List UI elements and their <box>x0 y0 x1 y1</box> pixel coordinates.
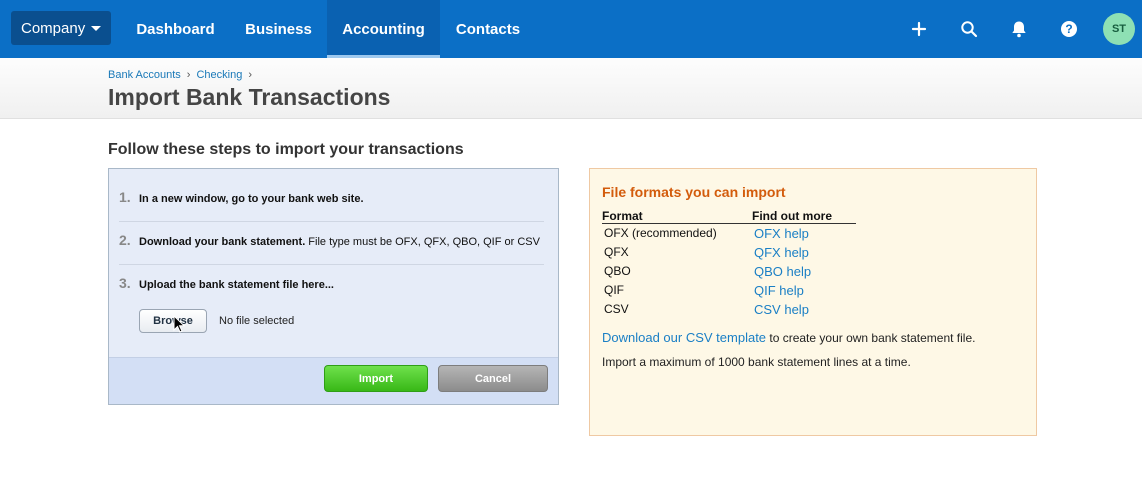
search-icon[interactable] <box>954 14 984 44</box>
company-menu-button[interactable]: Company <box>11 11 111 45</box>
help-icon[interactable]: ? <box>1054 14 1084 44</box>
import-steps-panel: 1. In a new window, go to your bank web s… <box>108 168 559 405</box>
step-text: Download your bank statement. <box>139 236 306 248</box>
help-column-header: Find out more <box>752 209 832 223</box>
no-file-label: No file selected <box>219 315 295 327</box>
divider <box>119 264 544 265</box>
mouse-cursor-icon <box>173 315 185 333</box>
format-qif: QIF <box>604 283 624 297</box>
csv-help-link[interactable]: CSV help <box>754 302 809 317</box>
svg-text:?: ? <box>1065 22 1072 36</box>
avatar[interactable]: ST <box>1103 13 1135 45</box>
step-3: 3. Upload the bank statement file here... <box>119 275 334 291</box>
step-number: 3. <box>119 275 131 291</box>
breadcrumb-bank-accounts[interactable]: Bank Accounts <box>108 69 181 81</box>
cancel-button[interactable]: Cancel <box>438 365 548 392</box>
step-text: In a new window, go to your bank web sit… <box>139 193 364 205</box>
nav-business[interactable]: Business <box>234 0 323 58</box>
step-extra: File type must be OFX, QFX, QBO, QIF or … <box>305 236 540 248</box>
nav-accounting[interactable]: Accounting <box>327 0 440 58</box>
format-qfx: QFX <box>604 245 629 259</box>
ofx-help-link[interactable]: OFX help <box>754 226 809 241</box>
qif-help-link[interactable]: QIF help <box>754 283 804 298</box>
qfx-help-link[interactable]: QFX help <box>754 245 809 260</box>
nav-dashboard[interactable]: Dashboard <box>124 0 227 58</box>
import-button[interactable]: Import <box>324 365 428 392</box>
company-label: Company <box>21 19 86 37</box>
divider <box>119 221 544 222</box>
steps-actions-bar: Import Cancel <box>109 357 558 404</box>
csv-template-text: to create your own bank statement file. <box>766 331 976 345</box>
format-column-header: Format <box>602 209 643 223</box>
breadcrumb-separator: › <box>248 69 252 81</box>
nav-contacts[interactable]: Contacts <box>445 0 531 58</box>
breadcrumb-separator: › <box>186 69 191 81</box>
page-header: Bank Accounts › Checking › Import Bank Tran… <box>0 58 1142 119</box>
bell-icon[interactable] <box>1004 14 1034 44</box>
step-number: 2. <box>119 232 131 248</box>
step-text: Upload the bank statement file here... <box>139 279 334 291</box>
breadcrumb-checking[interactable]: Checking <box>196 69 242 81</box>
file-formats-panel: File formats you can import Format Find … <box>589 168 1037 436</box>
formats-title: File formats you can import <box>602 184 786 200</box>
format-ofx: OFX (recommended) <box>604 226 717 240</box>
max-lines-note: Import a maximum of 1000 bank statement … <box>602 355 911 369</box>
steps-heading: Follow these steps to import your transa… <box>108 141 464 158</box>
top-nav-bar: Company Dashboard Business Accounting Co… <box>0 0 1142 58</box>
plus-icon[interactable] <box>904 14 934 44</box>
step-number: 1. <box>119 189 131 205</box>
header-underline <box>602 223 856 224</box>
qbo-help-link[interactable]: QBO help <box>754 264 811 279</box>
page-title: Import Bank Transactions <box>108 84 391 110</box>
breadcrumb: Bank Accounts › Checking › <box>108 69 258 81</box>
csv-template-link[interactable]: Download our CSV template <box>602 330 766 345</box>
step-2: 2. Download your bank statement. File typ… <box>119 232 540 248</box>
format-qbo: QBO <box>604 264 631 278</box>
format-csv: CSV <box>604 302 629 316</box>
step-1: 1. In a new window, go to your bank web s… <box>119 189 364 205</box>
caret-down-icon <box>91 25 102 31</box>
csv-template-line: Download our CSV template to create your… <box>602 330 975 345</box>
